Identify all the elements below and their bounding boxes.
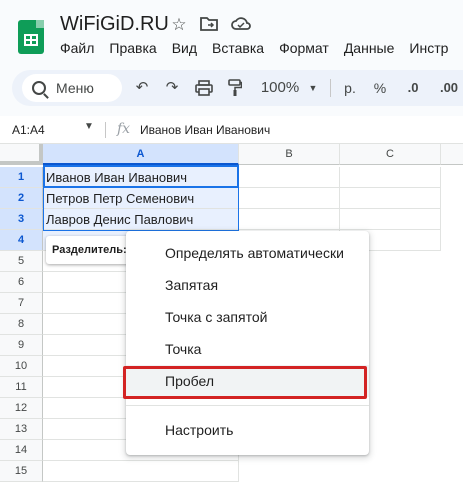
cloud-saved-icon[interactable] — [231, 15, 251, 35]
cell-b3[interactable] — [239, 209, 340, 230]
menu-divider — [126, 405, 369, 406]
toolbar-divider — [330, 79, 331, 97]
row-header-1[interactable]: 1 — [0, 167, 43, 188]
row-header-14[interactable]: 14 — [0, 440, 43, 461]
menu-item-custom[interactable]: Настроить — [126, 414, 369, 446]
row-header-4[interactable]: 4 — [0, 230, 43, 251]
row-header-3[interactable]: 3 — [0, 209, 43, 230]
document-title[interactable]: WiFiGiD.RU — [60, 13, 169, 36]
sheets-logo-icon[interactable] — [18, 20, 44, 54]
menu-search-label: Меню — [56, 80, 94, 96]
zoom-dropdown-icon[interactable]: ▼ — [308, 77, 318, 99]
row-header-10[interactable]: 10 — [0, 356, 43, 377]
decrease-decimal-button[interactable]: .0 — [404, 77, 422, 99]
undo-icon[interactable]: ↶ — [133, 77, 151, 99]
toolbar: Меню ↶ ↷ 100% ▼ р. % .0 .00 — [12, 70, 463, 106]
formula-bar-divider — [105, 122, 106, 138]
row-header-15[interactable]: 15 — [0, 461, 43, 482]
column-header-d[interactable] — [441, 144, 463, 165]
column-header-b[interactable]: B — [239, 144, 340, 165]
text-to-columns-separator-control[interactable]: Разделитель: — [46, 236, 136, 264]
menu-insert[interactable]: Вставка — [212, 40, 264, 56]
row-header-9[interactable]: 9 — [0, 335, 43, 356]
formula-bar: A1:A4 ▼ fx Иванов Иван Иванович — [0, 116, 463, 144]
row-header-11[interactable]: 11 — [0, 377, 43, 398]
menu-edit[interactable]: Правка — [109, 40, 156, 56]
row-header-12[interactable]: 12 — [0, 398, 43, 419]
name-box[interactable]: A1:A4 — [12, 123, 45, 137]
cell-a15[interactable] — [43, 461, 239, 482]
cell-b1[interactable] — [239, 167, 340, 188]
zoom-select[interactable]: 100% — [259, 77, 301, 99]
menu-search[interactable]: Меню — [22, 74, 122, 102]
column-header-c[interactable]: C — [340, 144, 441, 165]
print-icon[interactable] — [194, 77, 214, 99]
name-box-dropdown-icon[interactable]: ▼ — [84, 121, 94, 132]
column-header-a[interactable]: A — [43, 144, 239, 165]
menu-item-semicolon[interactable]: Точка с запятой — [126, 301, 369, 333]
currency-format-button[interactable]: р. — [343, 77, 357, 99]
cell-b2[interactable] — [239, 188, 340, 209]
menu-item-detect-automatically[interactable]: Определять автоматически — [126, 237, 369, 269]
redo-icon[interactable]: ↷ — [163, 77, 181, 99]
row-header-2[interactable]: 2 — [0, 188, 43, 209]
row-header-8[interactable]: 8 — [0, 314, 43, 335]
menu-item-space[interactable]: Пробел — [123, 365, 369, 399]
menu-data[interactable]: Данные — [344, 40, 395, 56]
row-header-13[interactable]: 13 — [0, 419, 43, 440]
row-header-5[interactable]: 5 — [0, 251, 43, 272]
menu-item-period[interactable]: Точка — [126, 333, 369, 365]
percent-format-button[interactable]: % — [373, 77, 387, 99]
highlight-frame — [123, 366, 367, 399]
cell-a3[interactable]: Лавров Денис Павлович — [43, 209, 239, 230]
menu-tools[interactable]: Инстр — [409, 40, 448, 56]
formula-input[interactable]: Иванов Иван Иванович — [140, 123, 270, 137]
menu-view[interactable]: Вид — [172, 40, 197, 56]
row-header-7[interactable]: 7 — [0, 293, 43, 314]
menu-format[interactable]: Формат — [279, 40, 329, 56]
menu-item-comma[interactable]: Запятая — [126, 269, 369, 301]
menu-file[interactable]: Файл — [60, 40, 94, 56]
paint-format-icon[interactable] — [226, 77, 244, 99]
title-bar: WiFiGiD.RU ☆ Файл Правка Вид Вставка Фор… — [0, 0, 463, 66]
select-all-corner[interactable] — [0, 144, 43, 165]
cell-c2[interactable] — [340, 188, 441, 209]
cell-c3[interactable] — [340, 209, 441, 230]
star-icon[interactable]: ☆ — [169, 15, 189, 35]
cell-c1[interactable] — [340, 167, 441, 188]
menu-bar: Файл Правка Вид Вставка Формат Данные Ин… — [60, 40, 463, 56]
search-icon — [32, 81, 46, 95]
separator-dropdown-menu: Определять автоматически Запятая Точка с… — [123, 231, 369, 455]
cell-a2[interactable]: Петров Петр Семенович — [43, 188, 239, 209]
increase-decimal-button[interactable]: .00 — [436, 77, 462, 99]
move-folder-icon[interactable] — [199, 15, 219, 35]
function-icon: fx — [117, 121, 131, 137]
row-header-6[interactable]: 6 — [0, 272, 43, 293]
cell-a1[interactable]: Иванов Иван Иванович — [43, 167, 239, 188]
